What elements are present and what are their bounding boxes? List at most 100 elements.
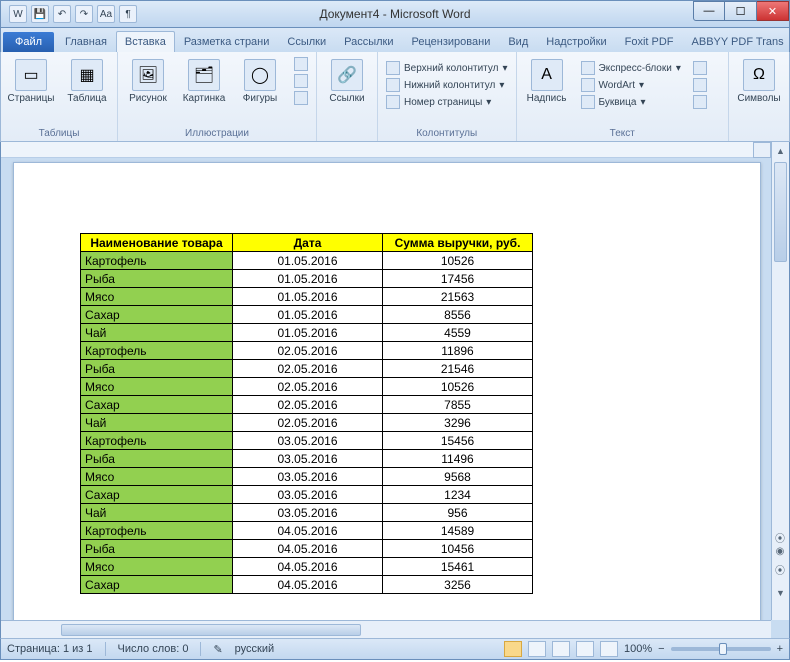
table-row[interactable]: Сахар02.05.20167855 [81, 396, 533, 414]
table-row[interactable]: Рыба01.05.201617456 [81, 270, 533, 288]
cell[interactable]: Мясо [81, 378, 233, 396]
table-button[interactable]: ▦Таблица [61, 56, 113, 107]
cell[interactable]: 03.05.2016 [233, 486, 383, 504]
table-row[interactable]: Рыба02.05.201621546 [81, 360, 533, 378]
data-table[interactable]: Наименование товараДатаСумма выручки, ру… [80, 233, 533, 594]
cell[interactable]: 17456 [383, 270, 533, 288]
cell[interactable]: 10526 [383, 252, 533, 270]
table-row[interactable]: Рыба03.05.201611496 [81, 450, 533, 468]
cell[interactable]: 03.05.2016 [233, 450, 383, 468]
table-row[interactable]: Мясо01.05.201621563 [81, 288, 533, 306]
table-row[interactable]: Картофель02.05.201611896 [81, 342, 533, 360]
shapes-button[interactable]: ◯Фигуры [234, 56, 286, 107]
word-count[interactable]: Число слов: 0 [118, 643, 189, 655]
redo-icon[interactable]: ↷ [75, 5, 93, 23]
tab-4[interactable]: Рассылки [335, 31, 402, 52]
tab-6[interactable]: Вид [499, 31, 537, 52]
table-row[interactable]: Картофель03.05.201615456 [81, 432, 533, 450]
clipart-button[interactable]: 🗂Картинка [178, 56, 230, 107]
browse-select-icon[interactable]: ◉ [773, 546, 787, 560]
cell[interactable]: 02.05.2016 [233, 342, 383, 360]
browse-next-icon[interactable]: ⦿ [773, 562, 787, 576]
cell[interactable]: 7855 [383, 396, 533, 414]
cell[interactable]: 01.05.2016 [233, 324, 383, 342]
tab-3[interactable]: Ссылки [278, 31, 335, 52]
scroll-thumb[interactable] [774, 162, 787, 262]
cell[interactable]: 04.05.2016 [233, 540, 383, 558]
web-layout-view[interactable] [552, 641, 570, 657]
zoom-knob[interactable] [719, 643, 727, 655]
document-page[interactable]: Наименование товараДатаСумма выручки, ру… [13, 162, 761, 620]
horizontal-scrollbar[interactable] [1, 620, 771, 638]
cell[interactable]: 02.05.2016 [233, 360, 383, 378]
zoom-slider[interactable] [671, 647, 771, 651]
picture-button[interactable]: 🖼Рисунок [122, 56, 174, 107]
cell[interactable]: 03.05.2016 [233, 432, 383, 450]
language-status[interactable]: русский [235, 643, 274, 655]
vertical-scrollbar[interactable]: ▲ ▼ ⦿ ◉ ⦿ [771, 142, 789, 620]
tab-8[interactable]: Foxit PDF [616, 31, 683, 52]
cell[interactable]: Мясо [81, 468, 233, 486]
fullscreen-reading-view[interactable] [528, 641, 546, 657]
cell[interactable]: 9568 [383, 468, 533, 486]
tab-5[interactable]: Рецензировани [403, 31, 500, 52]
cell[interactable]: 1234 [383, 486, 533, 504]
pages-button[interactable]: ▭Страницы [5, 56, 57, 107]
footer-button[interactable]: Нижний колонтитул ▾ [382, 77, 512, 93]
tab-9[interactable]: ABBYY PDF Trans [683, 31, 790, 52]
cell[interactable]: 01.05.2016 [233, 306, 383, 324]
horizontal-ruler[interactable] [1, 142, 771, 158]
cell[interactable]: 04.05.2016 [233, 522, 383, 540]
cell[interactable]: 21563 [383, 288, 533, 306]
cell[interactable]: Рыба [81, 360, 233, 378]
chart-button[interactable] [290, 73, 312, 89]
cell[interactable]: 8556 [383, 306, 533, 324]
cell[interactable]: 04.05.2016 [233, 558, 383, 576]
table-row[interactable]: Мясо03.05.20169568 [81, 468, 533, 486]
cell[interactable]: 01.05.2016 [233, 270, 383, 288]
table-row[interactable]: Мясо02.05.201610526 [81, 378, 533, 396]
smartart-button[interactable] [290, 56, 312, 72]
cell[interactable]: 956 [383, 504, 533, 522]
tab-2[interactable]: Разметка страни [175, 31, 279, 52]
cell[interactable]: Рыба [81, 450, 233, 468]
cell[interactable]: Сахар [81, 486, 233, 504]
cell[interactable]: Чай [81, 504, 233, 522]
scroll-thumb[interactable] [61, 624, 361, 636]
cell[interactable]: 11896 [383, 342, 533, 360]
cell[interactable]: 3256 [383, 576, 533, 594]
close-button[interactable]: ✕ [757, 1, 789, 21]
app-icon[interactable]: W [9, 5, 27, 23]
cell[interactable]: Мясо [81, 558, 233, 576]
page-status[interactable]: Страница: 1 из 1 [7, 643, 93, 655]
column-header[interactable]: Дата [233, 234, 383, 252]
cell[interactable]: 10456 [383, 540, 533, 558]
proofing-icon[interactable]: ✎ [213, 643, 222, 656]
column-header[interactable]: Наименование товара [81, 234, 233, 252]
table-row[interactable]: Сахар03.05.20161234 [81, 486, 533, 504]
cell[interactable]: 11496 [383, 450, 533, 468]
table-row[interactable]: Мясо04.05.201615461 [81, 558, 533, 576]
sig-button[interactable] [689, 60, 711, 76]
minimize-button[interactable]: — [693, 1, 725, 21]
qat-btn[interactable]: ¶ [119, 5, 137, 23]
save-icon[interactable]: 💾 [31, 5, 49, 23]
cell[interactable]: 15461 [383, 558, 533, 576]
table-row[interactable]: Картофель01.05.201610526 [81, 252, 533, 270]
outline-view[interactable] [576, 641, 594, 657]
document-viewport[interactable]: Наименование товараДатаСумма выручки, ру… [1, 142, 771, 620]
table-row[interactable]: Сахар04.05.20163256 [81, 576, 533, 594]
cell[interactable]: 01.05.2016 [233, 252, 383, 270]
cell[interactable]: Картофель [81, 432, 233, 450]
browse-prev-icon[interactable]: ⦿ [773, 530, 787, 544]
zoom-in-button[interactable]: + [777, 643, 783, 655]
cell[interactable]: 21546 [383, 360, 533, 378]
cell[interactable]: 3296 [383, 414, 533, 432]
links-button[interactable]: 🔗Ссылки [321, 56, 373, 107]
cell[interactable]: 03.05.2016 [233, 468, 383, 486]
table-row[interactable]: Рыба04.05.201610456 [81, 540, 533, 558]
date-button[interactable] [689, 77, 711, 93]
tab-7[interactable]: Надстройки [537, 31, 615, 52]
screenshot-button[interactable] [290, 90, 312, 106]
cell[interactable]: Сахар [81, 306, 233, 324]
